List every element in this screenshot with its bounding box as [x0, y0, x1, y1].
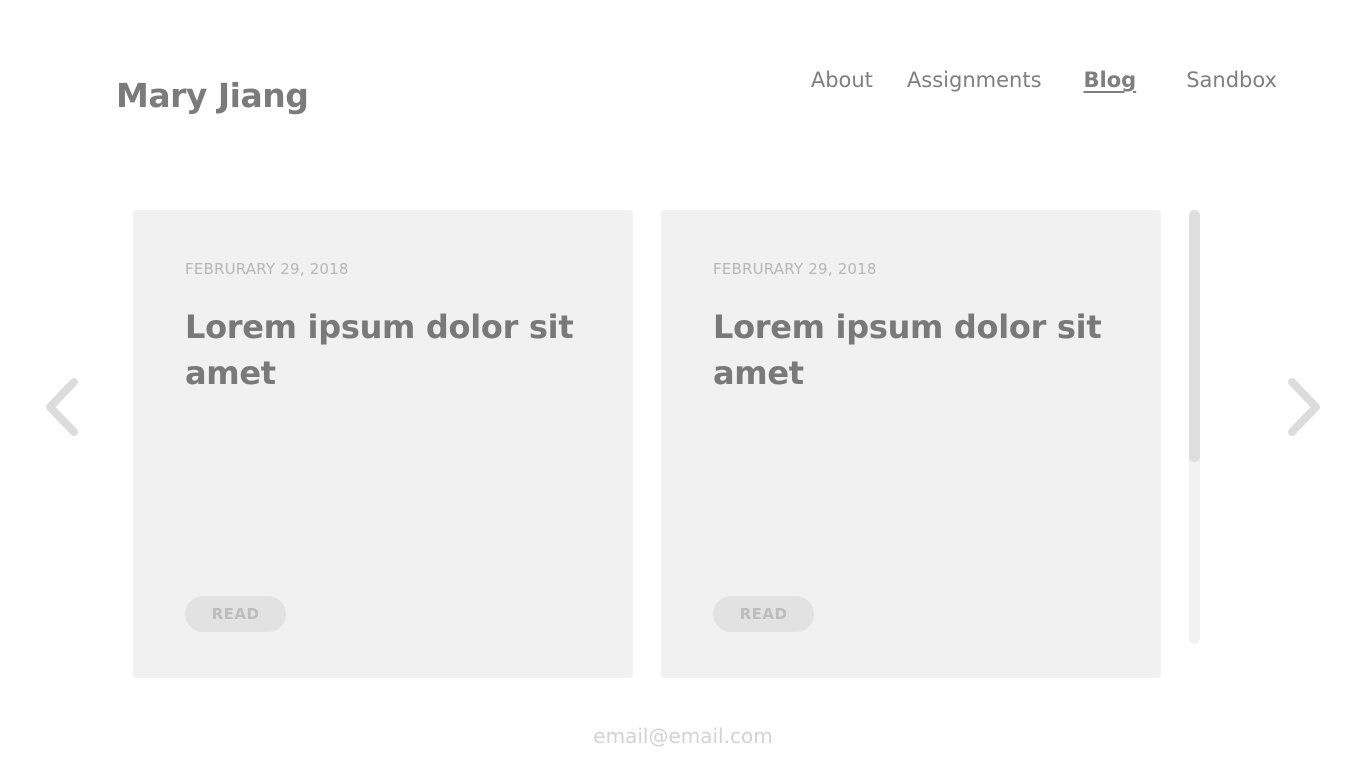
read-button[interactable]: READ [713, 596, 814, 632]
scrollbar-thumb[interactable] [1189, 210, 1200, 462]
blog-card: FEBRURARY 29, 2018 Lorem ipsum dolor sit… [133, 210, 633, 678]
chevron-left-icon [46, 378, 78, 436]
nav-link-blog[interactable]: Blog [1084, 68, 1137, 92]
card-date: FEBRURARY 29, 2018 [185, 260, 349, 278]
card-date: FEBRURARY 29, 2018 [713, 260, 877, 278]
carousel-next-button[interactable] [1284, 376, 1324, 438]
blog-card: FEBRURARY 29, 2018 Lorem ipsum dolor sit… [661, 210, 1161, 678]
card-title: Lorem ipsum dolor sit amet [713, 308, 1102, 392]
scrollbar-track[interactable] [1189, 210, 1200, 644]
nav-link-about[interactable]: About [811, 68, 873, 92]
carousel-prev-button[interactable] [42, 376, 82, 438]
site-title[interactable]: Mary Jiang [116, 76, 309, 115]
read-button[interactable]: READ [185, 596, 286, 632]
page: Mary Jiang About Assignments Blog Sandbo… [0, 0, 1366, 768]
footer-email[interactable]: email@email.com [0, 724, 1366, 748]
card-title: Lorem ipsum dolor sit amet [185, 308, 574, 392]
chevron-right-icon [1288, 378, 1320, 436]
main-nav: About Assignments Blog Sandbox [811, 68, 1277, 92]
nav-link-assignments[interactable]: Assignments [907, 68, 1042, 92]
nav-link-sandbox[interactable]: Sandbox [1186, 68, 1277, 92]
